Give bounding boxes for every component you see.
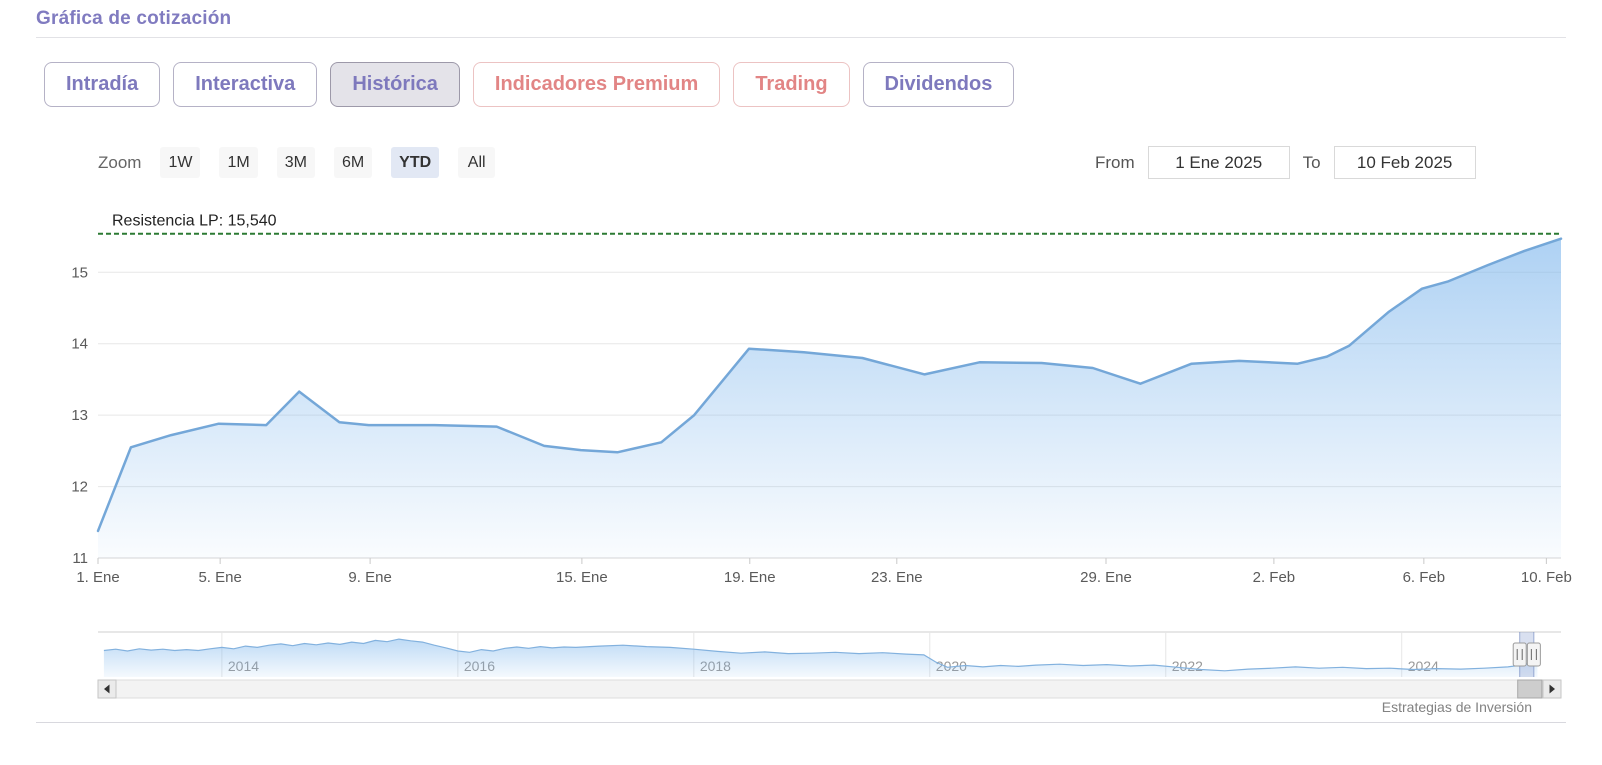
quote-chart-panel: Gráfica de cotización Intradía Interacti… (0, 0, 1602, 765)
stock-chart: 11 12 13 14 15 1. Ene 5. Ene 9. Ene 15. Ene 19. E… (71, 213, 1572, 699)
y-axis-label: 11 (72, 550, 88, 567)
scrollbar (97, 679, 1562, 699)
x-axis-label: 23. Ene (871, 569, 923, 586)
y-axis-label: 14 (71, 336, 88, 353)
price-area (98, 238, 1561, 558)
resistance-label: Resistencia LP: 15,540 (112, 213, 277, 230)
x-axis-label: 19. Ene (724, 569, 776, 586)
handle-grip-icon[interactable] (1526, 642, 1541, 667)
y-axis-label: 15 (71, 264, 88, 281)
y-axis-label: 13 (71, 407, 88, 424)
x-axis-label: 9. Ene (348, 569, 391, 586)
x-axis-label: 6. Feb (1403, 569, 1446, 586)
navigator: 201420162018202020222024 (98, 631, 1561, 677)
x-axis-label: 1. Ene (76, 569, 119, 586)
main-plot: 11 12 13 14 15 1. Ene 5. Ene 9. Ene 15. Ene 19. E… (71, 213, 1571, 586)
bottom-divider (36, 722, 1566, 723)
scrollbar-track[interactable] (97, 679, 1562, 699)
x-axis-label: 15. Ene (556, 569, 608, 586)
navigator-right-handle[interactable] (1526, 642, 1541, 667)
y-axis-label: 12 (71, 479, 88, 496)
handle-grip-icon[interactable] (1512, 642, 1527, 667)
chart-credit: Estrategias de Inversión (1381, 699, 1532, 715)
x-axis-label: 10. Feb (1521, 569, 1572, 586)
x-axis-label: 29. Ene (1080, 569, 1132, 586)
navigator-left-handle[interactable] (1512, 642, 1527, 667)
scrollbar-thumb[interactable] (1517, 679, 1543, 699)
x-axis-label: 2. Feb (1253, 569, 1296, 586)
x-axis-label: 5. Ene (198, 569, 241, 586)
